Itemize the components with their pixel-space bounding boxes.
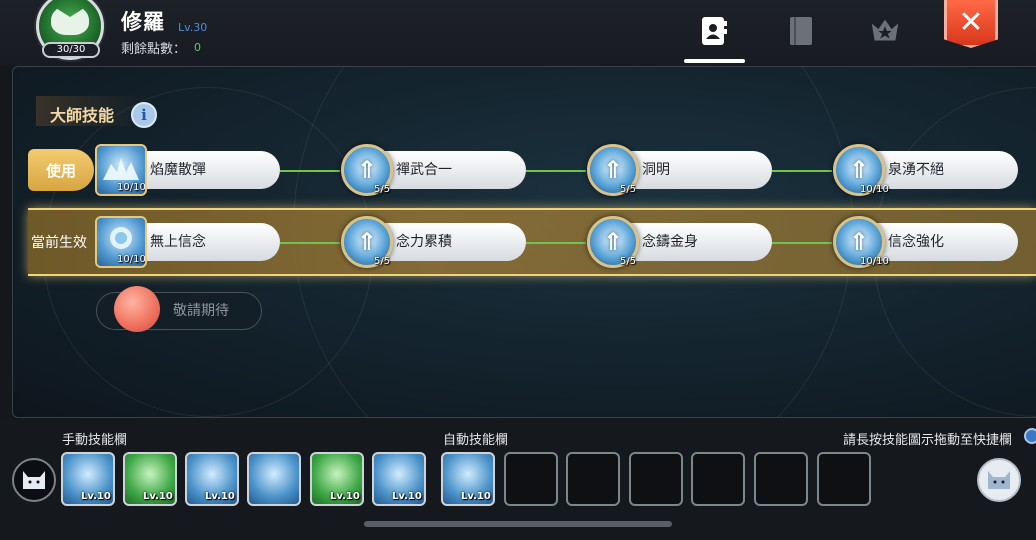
hint-icon [1024, 428, 1036, 444]
skill-level: 5/5 [374, 184, 391, 195]
cat-face-icon[interactable] [977, 458, 1021, 502]
auto-skill-slot-empty[interactable] [817, 452, 871, 506]
skill-connector [526, 242, 586, 244]
arrow-up-icon: ⇑ [356, 228, 378, 256]
drag-hint: 請長按技能圖示拖動至快捷欄 [843, 433, 1013, 448]
skill-level: 10/10 [860, 256, 889, 267]
skill-upgrade-icon[interactable]: ⇑ 5/5 [587, 216, 639, 268]
skill-upgrade-icon[interactable]: ⇑ 5/5 [341, 144, 393, 196]
manual-skill-slot[interactable]: Lv.10 [61, 452, 115, 506]
skill-connector [772, 242, 832, 244]
auto-skill-slot-empty[interactable] [754, 452, 808, 506]
mascot-icon [114, 286, 160, 332]
info-icon[interactable]: i [131, 102, 157, 128]
skill-upgrade-icon[interactable]: ⇑ 10/10 [833, 216, 889, 268]
avatar-badge: 30/30 [42, 42, 100, 58]
tab-rank[interactable] [868, 14, 902, 48]
use-button[interactable]: 使用 [28, 149, 94, 191]
profile-tab-icon [702, 17, 727, 45]
tab-book[interactable] [784, 14, 818, 48]
skill-connector [280, 242, 340, 244]
skill-level: 5/5 [620, 256, 637, 267]
manual-skill-slot[interactable]: Lv.10 [123, 452, 177, 506]
auto-skill-slot-empty[interactable] [566, 452, 620, 506]
skill-connector [280, 170, 340, 172]
remaining-points-value: 0 [194, 41, 201, 54]
character-name: 修羅 [121, 10, 165, 34]
skill-connector [772, 170, 832, 172]
remaining-points-label: 剩餘點數： [121, 42, 187, 57]
character-level: Lv.30 [178, 21, 208, 34]
auto-skill-slot-empty[interactable] [691, 452, 745, 506]
skill-level: 5/5 [620, 184, 637, 195]
rank-star-icon [871, 19, 899, 41]
auto-skill-slot-empty[interactable] [629, 452, 683, 506]
auto-skill-bar-label: 自動技能欄 [443, 433, 509, 448]
book-tab-icon [790, 17, 812, 45]
arrow-up-icon: ⇑ [848, 228, 870, 256]
manual-skill-slot[interactable]: Lv.10 [185, 452, 239, 506]
arrow-up-icon: ⇑ [602, 228, 624, 256]
active-effect-label: 當前生效 [31, 235, 87, 251]
flame-spread-skill-icon[interactable]: 10/10 [95, 144, 147, 196]
skill-connector [526, 170, 586, 172]
manual-skill-slot[interactable]: Lv.10 [310, 452, 364, 506]
tab-profile[interactable] [697, 14, 731, 48]
skill-upgrade-icon[interactable]: ⇑ 5/5 [587, 144, 639, 196]
skill-level: 5/5 [374, 256, 391, 267]
close-button[interactable]: ✕ [944, 0, 998, 48]
auto-skill-slot-empty[interactable] [504, 452, 558, 506]
arrow-up-icon: ⇑ [602, 156, 624, 184]
auto-skill-slot[interactable]: Lv.10 [441, 452, 495, 506]
arrow-up-icon: ⇑ [356, 156, 378, 184]
cat-face-icon[interactable] [12, 458, 56, 502]
section-title: 大師技能 [50, 106, 115, 125]
manual-skill-slot[interactable]: Lv.10 [372, 452, 426, 506]
skill-level: 10/10 [860, 184, 889, 195]
arrow-up-icon: ⇑ [848, 156, 870, 184]
home-indicator[interactable] [364, 521, 672, 527]
supreme-faith-skill-icon[interactable]: 10/10 [95, 216, 147, 268]
manual-skill-slot[interactable] [247, 452, 301, 506]
mask-icon [51, 5, 89, 35]
manual-skill-bar-label: 手動技能欄 [62, 433, 128, 448]
skill-upgrade-icon[interactable]: ⇑ 10/10 [833, 144, 889, 196]
skill-upgrade-icon[interactable]: ⇑ 5/5 [341, 216, 393, 268]
skill-level: 10/10 [117, 182, 146, 193]
active-tab-indicator [684, 59, 745, 63]
skill-level: 10/10 [117, 254, 146, 265]
